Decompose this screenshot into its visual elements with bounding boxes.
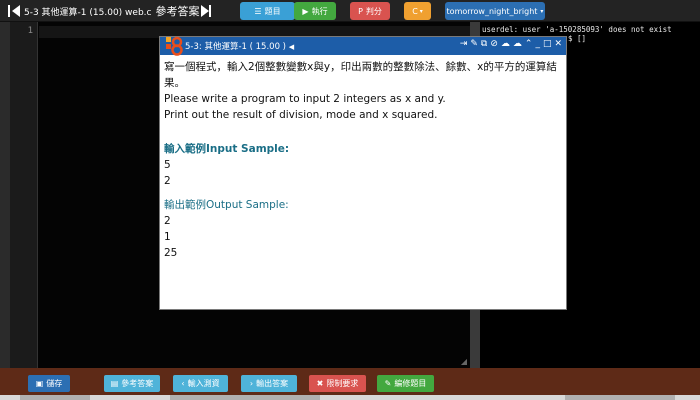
description-en-2: Print out the result of division, mode a… <box>164 109 438 121</box>
theme-select[interactable]: tomorrow_night_bright ▾ <box>445 2 545 20</box>
terminal-prompt: $ [] <box>568 34 587 43</box>
list-icon: ☰ <box>254 6 262 16</box>
first-bar-icon[interactable] <box>8 5 10 17</box>
theme-label: tomorrow_night_bright <box>446 6 538 16</box>
prev-problem-icon[interactable] <box>12 5 20 17</box>
chevron-right-icon: › <box>249 379 254 388</box>
output-sample-line: 2 <box>164 215 171 227</box>
input-test-button[interactable]: ‹ 輸入測資 <box>173 375 228 392</box>
cloud-download-icon[interactable]: ☁ <box>513 39 522 49</box>
open-icon[interactable]: ⧉ <box>481 39 487 49</box>
language-select[interactable]: C ▾ <box>404 2 431 20</box>
problem-content: 寫一個程式，輸入2個整數變數x與y，印出兩數的整數除法、餘數、x的平方的運算結果… <box>164 59 564 261</box>
limits-label: 限制要求 <box>326 379 359 388</box>
answer-button[interactable]: ▤ 參考答案 <box>104 375 160 392</box>
save-label: 儲存 <box>46 379 63 388</box>
problem-window: 5-3: 其他運算-1 ( 15.00 ) ◀ ⇥ ✎ ⧉ ⊘ ☁ ☁ ⌃ _ … <box>159 36 567 310</box>
input-sample-line: 2 <box>164 175 171 187</box>
page-title: 5-3 其他運算-1 (15.00) web.c <box>24 7 152 18</box>
next-problem-icon[interactable] <box>201 5 210 17</box>
cloud-upload-icon[interactable]: ☁ <box>501 39 510 49</box>
language-label: C <box>412 6 418 16</box>
output-sample-line: 1 <box>164 231 171 243</box>
chevron-left-icon: ‹ <box>181 379 185 388</box>
strip-segment <box>20 395 90 400</box>
resize-handle-icon[interactable]: ◢ <box>461 357 467 366</box>
caret-icon: ▾ <box>419 7 423 15</box>
close-icon[interactable]: ✕ <box>554 39 562 49</box>
chevron-up-icon[interactable]: ⌃ <box>525 39 533 49</box>
edit-icon[interactable]: ✎ <box>470 39 478 49</box>
edit-label: 編修題目 <box>394 379 427 388</box>
edit-problem-button[interactable]: ✎ 編修題目 <box>377 375 434 392</box>
top-bar: 5-3 其他運算-1 (15.00) web.c 參考答案 ☰ 題目 ▶ 執行 P判… <box>0 0 700 22</box>
line-number: 1 <box>27 26 33 36</box>
theme-caret-icon: ▾ <box>540 7 544 15</box>
judge-label: 判分 <box>365 6 382 16</box>
output-answer-label: 輸出答案 <box>256 379 289 388</box>
p-icon: P <box>358 6 363 16</box>
run-button[interactable]: ▶ 執行 <box>294 2 336 20</box>
play-icon: ▶ <box>302 6 309 16</box>
app-root: 5-3 其他運算-1 (15.00) web.c 參考答案 ☰ 題目 ▶ 執行 P判… <box>0 0 700 400</box>
answer-label: 參考答案 <box>121 379 154 388</box>
problem-window-title-text: 5-3: 其他運算-1 ( 15.00 ) <box>185 42 286 52</box>
login-icon[interactable]: ⇥ <box>460 39 468 49</box>
strip-segment <box>170 395 320 400</box>
block-icon[interactable]: ⊘ <box>490 39 498 49</box>
last-bar-icon[interactable] <box>209 5 212 17</box>
collapse-left-icon[interactable]: ◀ <box>289 43 294 51</box>
edit-square-icon: ✎ <box>384 379 392 388</box>
book-icon: ▤ <box>110 379 119 388</box>
input-sample-line: 5 <box>164 159 171 171</box>
output-answer-button[interactable]: › 輸出答案 <box>241 375 297 392</box>
run-label: 執行 <box>311 6 328 16</box>
minimize-icon[interactable]: _ <box>535 39 540 49</box>
input-sample-heading: 輸入範例Input Sample: <box>164 143 290 155</box>
input-test-label: 輸入測資 <box>187 379 220 388</box>
description-en-1: Please write a program to input 2 intege… <box>164 93 446 105</box>
answer-link[interactable]: 參考答案 <box>155 3 199 19</box>
problem-label: 題目 <box>264 6 281 16</box>
output-sample-heading: 輸出範例Output Sample: <box>164 199 289 211</box>
save-icon: ▣ <box>35 379 44 388</box>
title-area: 5-3 其他運算-1 (15.00) web.c 參考答案 <box>8 2 212 20</box>
line-gutter: 1 <box>10 22 38 368</box>
problem-button[interactable]: ☰ 題目 <box>240 2 295 20</box>
maximize-icon[interactable]: □ <box>543 39 552 49</box>
strip-segment <box>565 395 675 400</box>
limits-button[interactable]: ✖ 限制要求 <box>309 375 366 392</box>
x-icon: ✖ <box>316 379 324 388</box>
description-zh: 寫一個程式，輸入2個整數變數x與y，印出兩數的整數除法、餘數、x的平方的運算結果… <box>164 61 557 89</box>
output-sample-line: 25 <box>164 247 178 259</box>
problem-window-title: 5-3: 其他運算-1 ( 15.00 ) ◀ <box>185 40 294 52</box>
judge-button[interactable]: P 判分 <box>350 2 390 20</box>
bottom-scroll-strip <box>0 395 700 400</box>
problem-window-titlebar[interactable]: 5-3: 其他運算-1 ( 15.00 ) ◀ ⇥ ✎ ⧉ ⊘ ☁ ☁ ⌃ _ … <box>160 36 566 56</box>
app-logo-icon <box>166 36 183 56</box>
editor-fold-margin <box>0 22 10 368</box>
save-button[interactable]: ▣ 儲存 <box>28 375 70 392</box>
problem-window-tools: ⇥ ✎ ⧉ ⊘ ☁ ☁ ⌃ _ □ ✕ <box>457 39 562 49</box>
terminal-line: userdel: user 'a-150285093' does not exi… <box>482 25 672 34</box>
